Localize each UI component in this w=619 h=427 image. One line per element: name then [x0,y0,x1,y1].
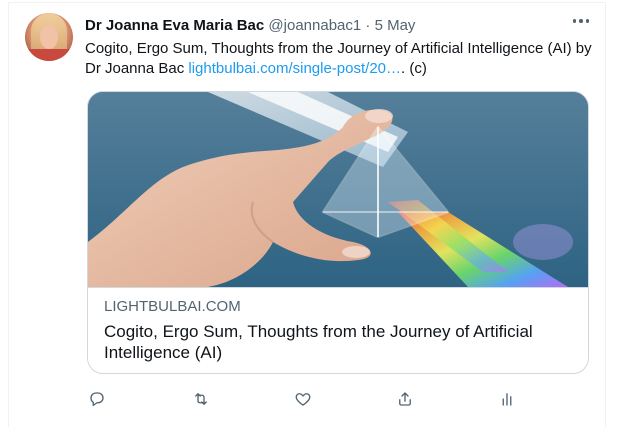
tweet-text: Cogito, Ergo Sum, Thoughts from the Jour… [85,39,597,79]
more-horizontal-icon [572,19,577,23]
avatar-clothing [25,49,73,61]
card-title: Cogito, Ergo Sum, Thoughts from the Jour… [104,322,533,362]
more-horizontal-icon-dot [585,19,590,23]
tweet-date[interactable]: 5 May [375,17,416,34]
more-horizontal-icon-dot [579,19,583,23]
tweet-link[interactable]: lightbulbai.com/single-post/20… [188,60,401,77]
separator-dot: · [365,17,371,34]
retweet-button[interactable] [189,387,213,411]
author-handle[interactable]: @joannabac1 [268,17,361,34]
avatar-face [40,25,58,49]
card-domain: LIGHTBULBAI.COM [104,298,241,315]
share-icon [399,392,411,406]
retweet-icon [195,393,207,405]
reply-icon [90,392,104,407]
analytics-icon [502,393,512,406]
like-button[interactable] [291,387,315,411]
prism-photo [88,92,588,287]
tweet[interactable]: Dr Joanna Eva Maria Bac @joannabac1 · 5 … [8,2,606,427]
share-button[interactable] [393,387,417,411]
link-card[interactable]: LIGHTBULBAI.COM Cogito, Ergo Sum, Though… [87,91,589,374]
card-body[interactable]: LIGHTBULBAI.COM Cogito, Ergo Sum, Though… [88,287,588,363]
author-name[interactable]: Dr Joanna Eva Maria Bac [85,17,264,34]
more-options-button[interactable] [569,9,593,33]
tweet-text-suffix: . (c) [401,60,427,77]
card-image[interactable] [88,92,588,287]
reply-button[interactable] [85,387,109,411]
tweet-actions [85,387,585,411]
tweet-header: Dr Joanna Eva Maria Bac @joannabac1 · 5 … [85,16,595,36]
avatar[interactable] [25,13,73,61]
analytics-button[interactable] [495,387,519,411]
heart-icon [295,393,311,406]
